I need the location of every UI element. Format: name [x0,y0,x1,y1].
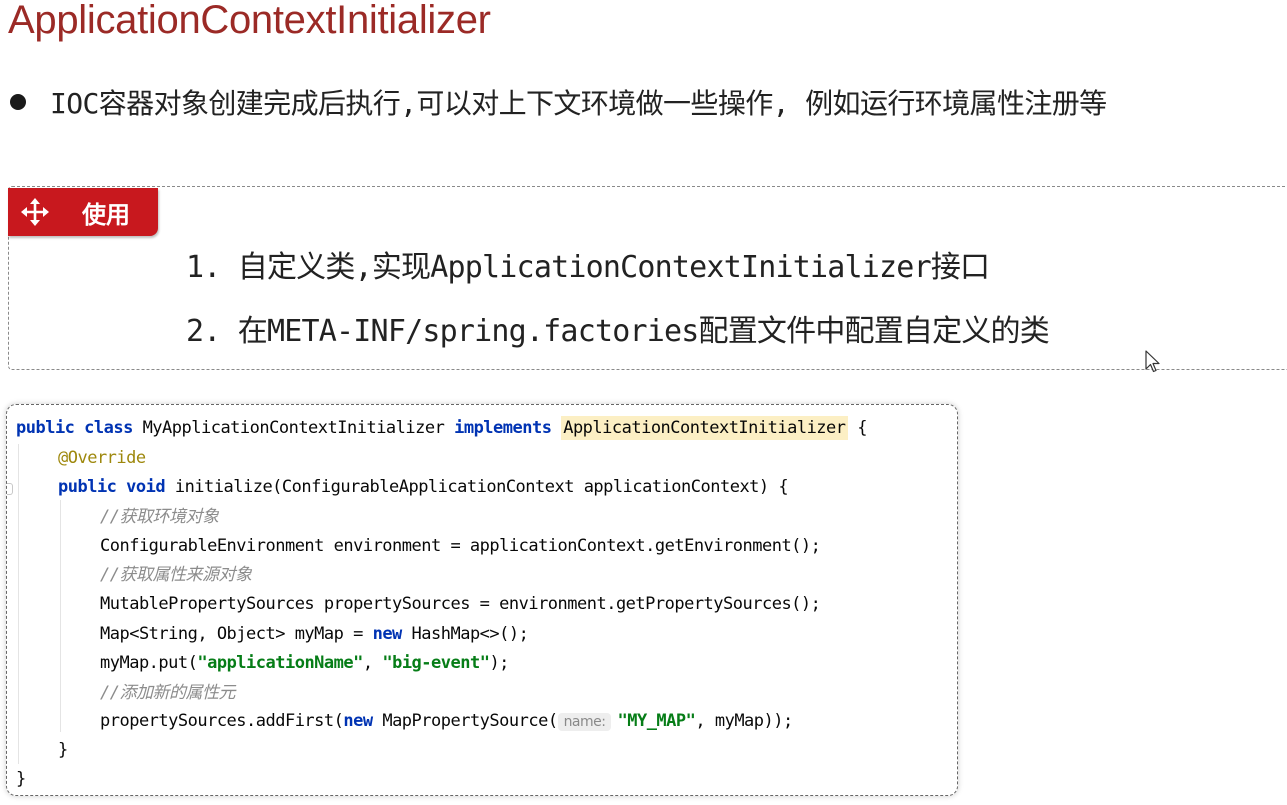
code-line-2: @Override [58,446,146,470]
code-text: propertySources.addFirst( [100,711,344,731]
page-title: ApplicationContextInitializer [8,0,491,42]
code-line-12: } [58,738,68,762]
code-line-11: propertySources.addFirst(new MapProperty… [100,709,793,733]
mouse-cursor-icon [1145,350,1160,373]
code-text: , myMap)); [695,711,793,731]
code-keyword: implements [454,418,552,438]
usage-step-1: 1. 自定义类,实现ApplicationContextInitializer接… [186,250,990,285]
code-annotation: @Override [58,448,146,468]
code-text: } [58,740,68,760]
code-text: MyApplicationContextInitializer [132,418,455,438]
highlighted-interface: ApplicationContextInitializer [561,416,848,440]
move-arrows-icon [21,198,49,226]
code-text: ConfigurableEnvironment environment = ap… [100,536,821,556]
code-comment: //添加新的属性元 [100,683,235,703]
fold-marker-icon[interactable] [7,483,13,495]
usage-step-2: 2. 在META-INF/spring.factories配置文件中配置自定义的… [186,314,1050,349]
code-text: { [847,418,867,438]
code-line-1: public class MyApplicationContextInitial… [16,416,868,440]
code-string: "applicationName" [197,653,363,673]
code-line-13: } [16,767,26,791]
code-line-6: //获取属性来源对象 [100,563,252,587]
code-keyword: public class [16,418,133,438]
code-line-9: myMap.put("applicationName", "big-event"… [100,651,509,675]
code-keyword: public void [58,477,166,497]
code-string: "MY_MAP" [617,711,696,731]
code-text: } [16,769,26,789]
bullet-item: IOC容器对象创建完成后执行,可以对上下文环境做一些操作, 例如运行环境属性注册… [10,80,1107,124]
bullet-dot [10,94,26,110]
indent-guide [60,500,61,732]
code-line-5: ConfigurableEnvironment environment = ap… [100,534,821,558]
code-line-7: MutablePropertySources propertySources =… [100,592,821,616]
code-line-3: public void initialize(ConfigurableAppli… [58,475,789,499]
code-keyword: new [343,711,373,731]
code-comment: //获取属性来源对象 [100,565,252,585]
code-text: MapPropertySource( [372,711,558,731]
bullet-text: IOC容器对象创建完成后执行,可以对上下文环境做一些操作, 例如运行环境属性注册… [50,87,1107,120]
code-keyword: new [372,624,403,644]
code-string: "big-event" [382,653,490,673]
code-text: , [362,653,383,673]
code-text: myMap.put( [100,653,198,673]
code-line-10: //添加新的属性元 [100,681,235,705]
usage-tag: 使用 [8,188,158,236]
code-line-4: //获取环境对象 [100,505,219,529]
code-comment: //获取环境对象 [100,507,219,527]
code-text: initialize(ConfigurableApplicationContex… [165,477,789,497]
code-line-8: Map<String, Object> myMap = new HashMap<… [100,622,529,646]
indent-guide [18,444,19,764]
code-text: HashMap<>(); [401,624,529,644]
parameter-hint: name: [557,713,612,731]
code-text: MutablePropertySources propertySources =… [100,594,821,614]
usage-tag-label: 使用 [82,200,130,229]
code-text: ); [489,653,509,673]
code-text: Map<String, Object> myMap = [100,624,373,644]
